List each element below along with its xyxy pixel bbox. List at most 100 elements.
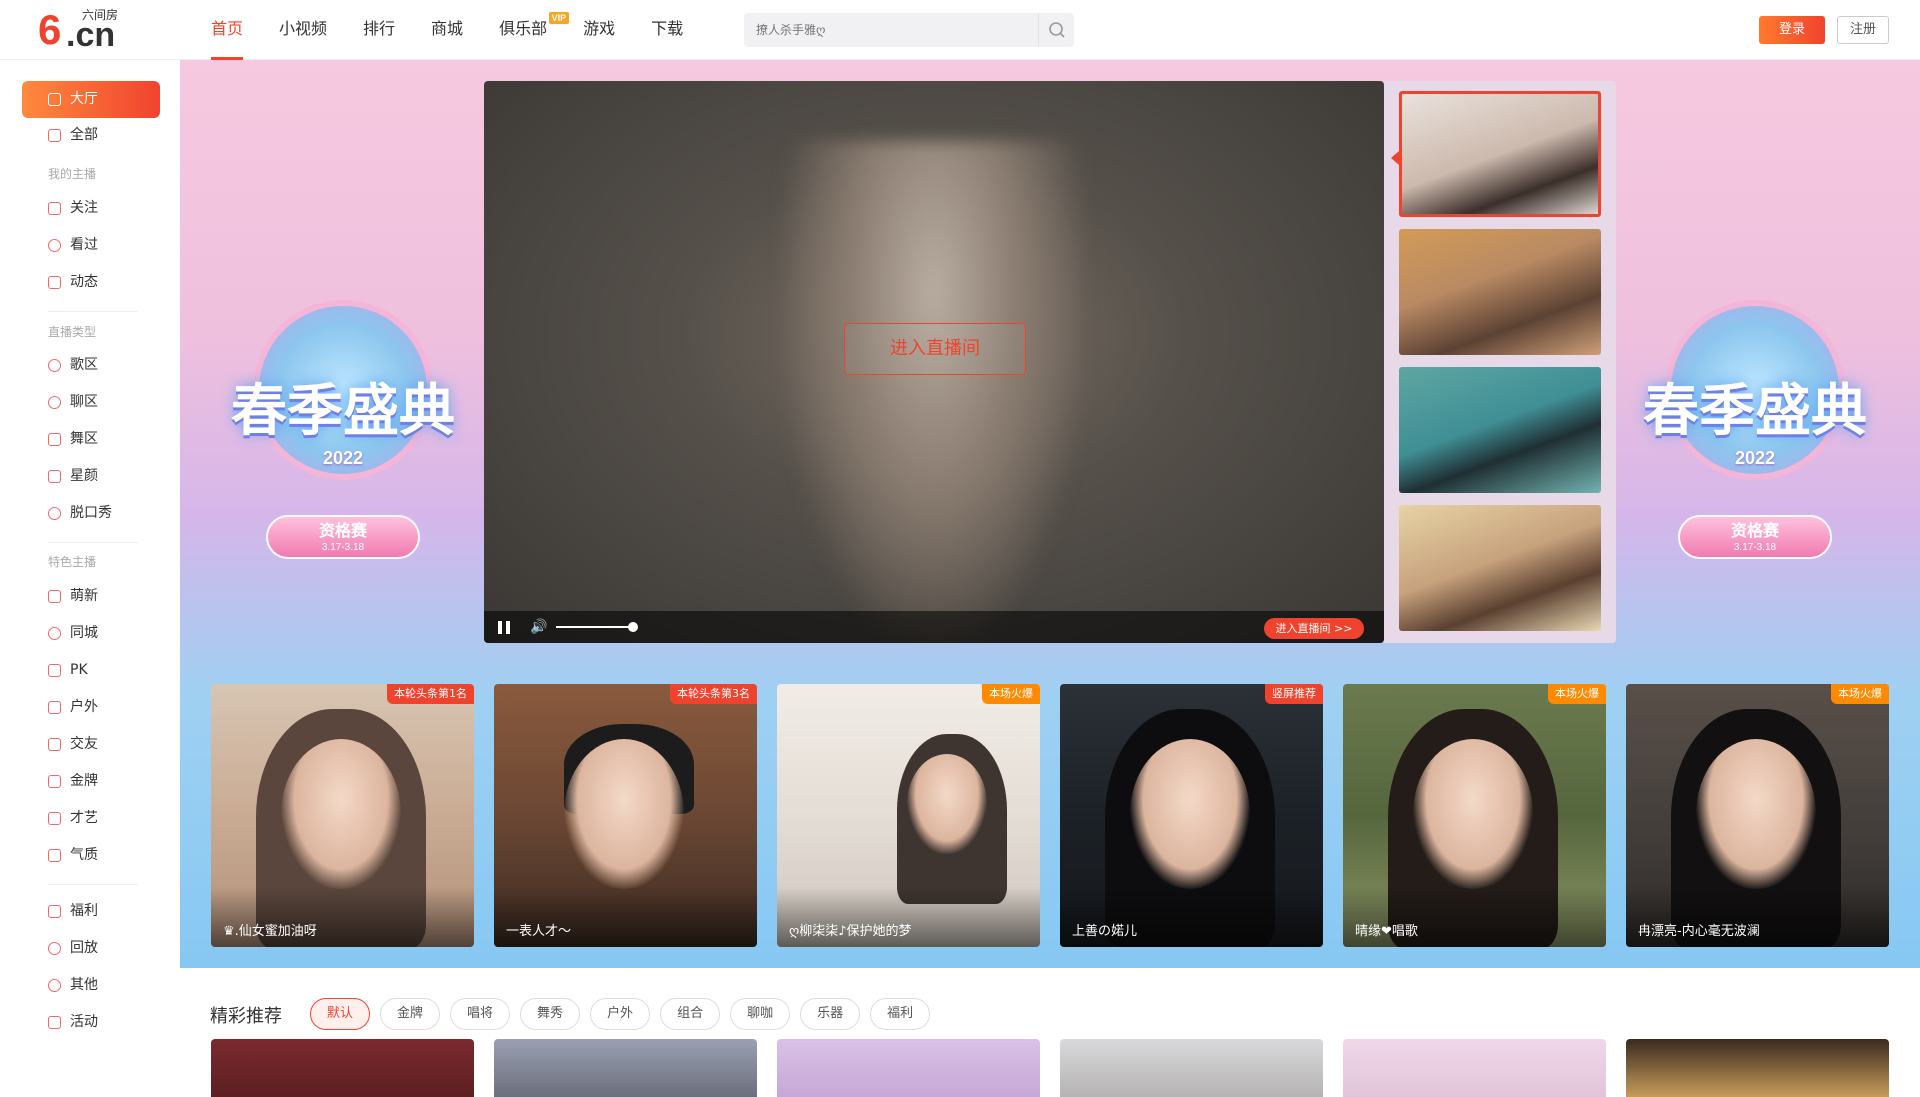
anchor-card[interactable]: 本场火爆 ღ柳柒柒♪保护她的梦: [777, 684, 1040, 947]
tab-chat[interactable]: 聊咖: [730, 998, 791, 1030]
anchor-card[interactable]: 本场火爆 晴缘❤唱歌: [1343, 684, 1606, 947]
player-controls: 🔊 进入直播间 >>: [484, 611, 1384, 643]
anchor-nickname: 上善の婼儿: [1072, 924, 1138, 939]
anchor-nickname: 晴缘❤唱歌: [1355, 924, 1418, 939]
video-frame: [784, 141, 1084, 641]
anchor-face: [907, 754, 987, 854]
rank-badge: 本轮头条第1名: [387, 684, 474, 704]
search-button[interactable]: [1038, 13, 1074, 47]
pause-icon[interactable]: [498, 621, 510, 634]
anchor-card[interactable]: 竖屏推荐 上善の婼儿: [1060, 684, 1323, 947]
sidebar-item-talent[interactable]: 才艺: [22, 800, 160, 837]
anchor-face: [1130, 739, 1250, 889]
sidebar-item-other[interactable]: 其他: [22, 967, 160, 1004]
sidebar-item-dating[interactable]: 交友: [22, 726, 160, 763]
sidebar-item-history[interactable]: 看过: [22, 227, 160, 264]
anchor-thumbnail[interactable]: [1399, 91, 1601, 217]
more-icon: [48, 979, 61, 992]
sidebar-item-follow[interactable]: 关注: [22, 190, 160, 227]
rank-badge: 本轮头条第3名: [670, 684, 757, 704]
anchor-thumbnail[interactable]: [1399, 505, 1601, 631]
sidebar-item-events[interactable]: 活动: [22, 1004, 160, 1041]
register-button[interactable]: 注册: [1837, 16, 1889, 44]
sidebar: 大厅 全部 我的主播 关注 看过 动态 直播类型 歌区 聊区 舞区 星颜 脱口秀…: [0, 60, 180, 1097]
tab-gold[interactable]: 金牌: [380, 998, 441, 1030]
sidebar-item-gold[interactable]: 金牌: [22, 763, 160, 800]
enter-room-small-button[interactable]: 进入直播间 >>: [1264, 618, 1364, 639]
sidebar-item-newbie[interactable]: 萌新: [22, 578, 160, 615]
tab-singer[interactable]: 唱将: [450, 998, 511, 1030]
sidebar-item-hall[interactable]: 大厅: [22, 81, 160, 118]
recommend-card[interactable]: [1626, 1039, 1889, 1097]
nav-club[interactable]: 俱乐部 VIP: [499, 0, 570, 60]
login-button[interactable]: 登录: [1759, 16, 1825, 44]
vip-badge: VIP: [548, 12, 570, 24]
gift-icon: [48, 905, 61, 918]
nav-games[interactable]: 游戏: [583, 0, 615, 60]
sidebar-item-temperament[interactable]: 气质: [22, 837, 160, 874]
chat-icon: [48, 396, 61, 409]
anchor-card[interactable]: 本轮头条第1名 ♛.仙女蜜加油呀: [211, 684, 474, 947]
sidebar-item-star[interactable]: 星颜: [22, 458, 160, 495]
sidebar-item-outdoor[interactable]: 户外: [22, 689, 160, 726]
sidebar-item-pk[interactable]: PK: [22, 652, 160, 689]
sidebar-item-label: 关注: [70, 200, 98, 216]
sidebar-item-chat[interactable]: 聊区: [22, 384, 160, 421]
nav-short-video[interactable]: 小视频: [279, 0, 327, 60]
medal-icon: [48, 775, 61, 788]
sidebar-item-label: 金牌: [70, 773, 98, 789]
sidebar-item-song[interactable]: 歌区: [22, 347, 160, 384]
tab-outdoor[interactable]: 户外: [590, 998, 651, 1030]
tab-group[interactable]: 组合: [660, 998, 721, 1030]
search-input[interactable]: [754, 21, 1024, 39]
live-player[interactable]: 进入直播间 🔊 进入直播间 >>: [484, 81, 1384, 643]
sidebar-item-talkshow[interactable]: 脱口秀: [22, 495, 160, 532]
recommend-card[interactable]: [211, 1039, 474, 1097]
nav-mall[interactable]: 商城: [431, 0, 463, 60]
logo-sub: 六间房: [82, 8, 119, 22]
enter-room-button[interactable]: 进入直播间: [844, 323, 1026, 375]
recommend-card[interactable]: [1343, 1039, 1606, 1097]
event-emblem-right[interactable]: 春季盛典 2022 资格赛 3.17-3.18: [1620, 300, 1890, 580]
sidebar-item-welfare[interactable]: 福利: [22, 893, 160, 930]
top-header: 6 .cn 六间房 首页 小视频 排行 商城 俱乐部VIP 游戏 下载 登录 注…: [0, 0, 1920, 60]
sidebar-item-label: 同城: [70, 625, 98, 641]
volume-slider-knob[interactable]: [628, 622, 638, 632]
lightning-icon: [48, 664, 61, 677]
site-logo[interactable]: 6 .cn 六间房: [38, 8, 148, 53]
recommend-card[interactable]: [1060, 1039, 1323, 1097]
tab-default[interactable]: 默认: [310, 998, 371, 1030]
search-box: [744, 13, 1074, 47]
volume-icon[interactable]: 🔊: [530, 618, 547, 636]
sidebar-item-label: PK: [70, 662, 88, 678]
nav-home[interactable]: 首页: [211, 0, 244, 60]
sidebar-item-replay[interactable]: 回放: [22, 930, 160, 967]
users-icon: [48, 738, 61, 751]
anchor-card[interactable]: 本轮头条第3名 一表人才～: [494, 684, 757, 947]
recommend-card[interactable]: [494, 1039, 757, 1097]
anchor-thumbnail[interactable]: [1399, 229, 1601, 355]
anchor-card[interactable]: 本场火爆 冉漂亮-内心毫无波澜: [1626, 684, 1889, 947]
sidebar-item-label: 福利: [70, 903, 98, 919]
sidebar-item-feed[interactable]: 动态: [22, 264, 160, 301]
message-icon: [48, 276, 61, 289]
sidebar-item-dance[interactable]: 舞区: [22, 421, 160, 458]
anchor-thumbnail[interactable]: [1399, 367, 1601, 493]
mask-icon: [48, 470, 61, 483]
event-emblem-left[interactable]: 春季盛典 2022 资格赛 3.17-3.18: [208, 300, 478, 580]
volume-slider[interactable]: [556, 626, 632, 628]
tab-welfare[interactable]: 福利: [870, 998, 931, 1030]
tab-instrument[interactable]: 乐器: [800, 998, 861, 1030]
anchor-nickname: 一表人才～: [506, 924, 572, 939]
nav-ranking[interactable]: 排行: [363, 0, 395, 60]
recommend-card[interactable]: [777, 1039, 1040, 1097]
nav-download[interactable]: 下载: [651, 0, 683, 60]
tab-dance[interactable]: 舞秀: [520, 998, 581, 1030]
recommend-title: 精彩推荐: [210, 1006, 282, 1027]
sidebar-item-label: 户外: [70, 699, 98, 715]
main-nav: 首页 小视频 排行 商城 俱乐部 VIP 游戏 下载: [211, 0, 719, 60]
sidebar-item-all[interactable]: 全部: [22, 117, 160, 154]
anchor-face: [564, 739, 684, 889]
sidebar-item-label: 才艺: [70, 810, 98, 826]
sidebar-item-local[interactable]: 同城: [22, 615, 160, 652]
